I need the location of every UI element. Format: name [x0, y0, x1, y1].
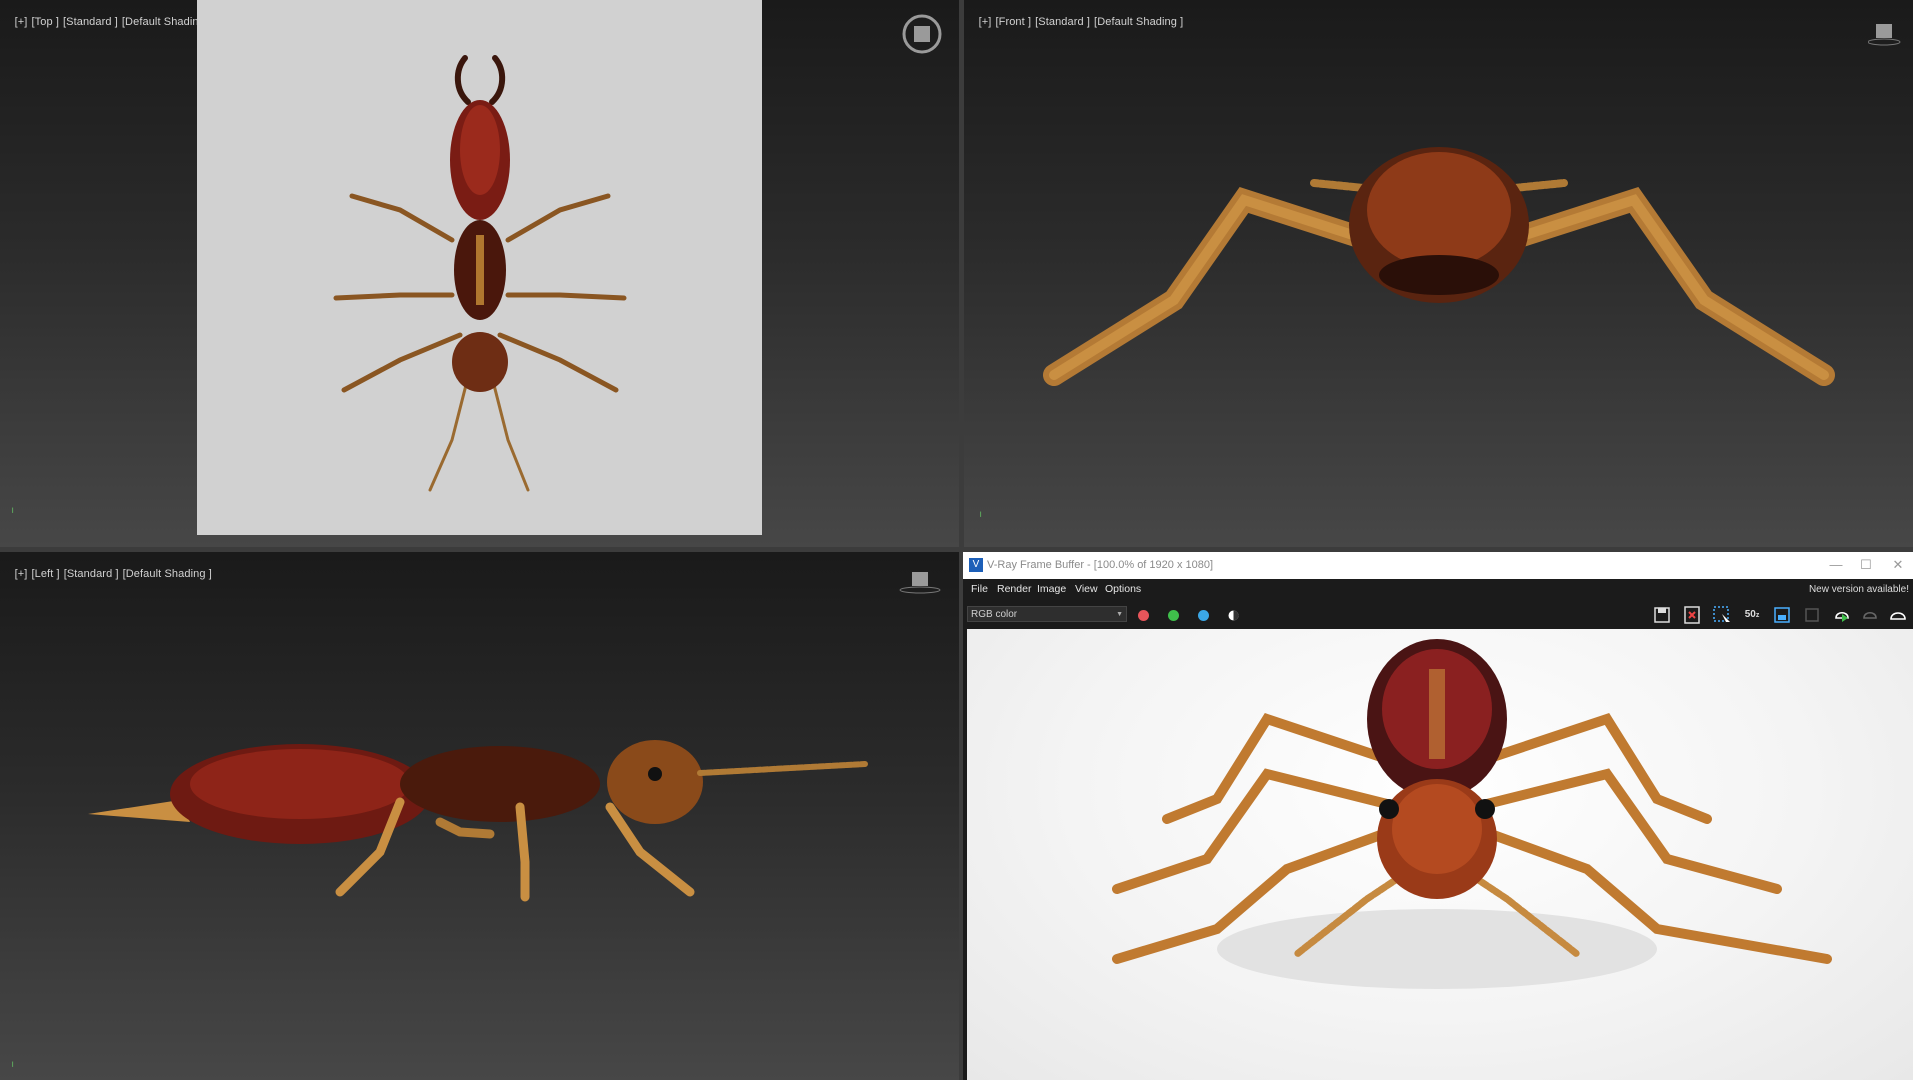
earwig-side-model	[88, 740, 868, 902]
close-button[interactable]: ✕	[1885, 555, 1911, 575]
viewcube-icon[interactable]	[898, 570, 942, 596]
vfb-titlebar[interactable]: V V-Ray Frame Buffer - [100.0% of 1920 x…	[963, 552, 1913, 579]
mono-mode-icon[interactable]	[1228, 610, 1239, 621]
menu-view[interactable]: View	[1075, 583, 1098, 595]
vray-frame-buffer-window[interactable]: V V-Ray Frame Buffer - [100.0% of 1920 x…	[963, 552, 1913, 1080]
menu-options[interactable]: Options	[1105, 583, 1141, 595]
viewport-top[interactable]: [+] [Top ] [Standard ] [Default Shading ] ╵	[0, 0, 959, 547]
menu-render[interactable]: Render	[997, 583, 1031, 595]
earwig-head	[452, 332, 508, 392]
axis-tripod-icon: ╵	[10, 1062, 16, 1072]
channel-select[interactable]: RGB color ▼	[967, 606, 1127, 622]
vfb-toolbar: RGB color ▼ 50z	[963, 599, 1913, 629]
blue-channel-toggle[interactable]	[1198, 610, 1209, 621]
menu-file[interactable]: File	[971, 583, 988, 595]
track-mouse-icon[interactable]	[1801, 604, 1823, 626]
rendered-earwig	[1112, 639, 1832, 989]
viewcube-icon[interactable]	[1868, 22, 1904, 48]
viewport-front[interactable]: [+] [Front ] [Standard ] [Default Shading ]…	[964, 0, 1913, 547]
axis-tripod-icon: ╵	[978, 512, 984, 522]
history-50-icon[interactable]: 50z	[1741, 604, 1763, 626]
left-view-scene	[88, 740, 868, 902]
stop-render-teapot-icon[interactable]	[1887, 604, 1909, 626]
viewport-left[interactable]: [+] [Left ] [Standard ] [Default Shading ] …	[0, 552, 959, 1080]
chevron-down-icon: ▼	[1116, 611, 1123, 618]
render-teapot-icon[interactable]	[1831, 604, 1853, 626]
region-render-icon[interactable]	[1711, 604, 1733, 626]
new-version-notice[interactable]: New version available!	[1809, 584, 1909, 595]
channel-select-value: RGB color	[971, 609, 1018, 620]
clear-image-icon[interactable]	[1681, 604, 1703, 626]
link-to-viewport-icon[interactable]	[1771, 604, 1793, 626]
save-icon[interactable]	[1651, 604, 1673, 626]
maximize-button[interactable]: ☐	[1853, 555, 1879, 575]
axis-tripod-icon: ╵	[10, 508, 16, 518]
menu-image[interactable]: Image	[1037, 583, 1066, 595]
rendered-image[interactable]	[967, 629, 1913, 1080]
render-interactive-icon[interactable]	[1859, 604, 1881, 626]
minimize-button[interactable]: —	[1823, 555, 1849, 575]
history-50-label: 50	[1744, 609, 1756, 620]
vfb-menubar: File Render Image View Options New versi…	[963, 579, 1913, 599]
green-channel-toggle[interactable]	[1168, 610, 1179, 621]
vfb-title: V-Ray Frame Buffer - [100.0% of 1920 x 1…	[987, 559, 1214, 571]
vray-logo-icon: V	[969, 558, 983, 572]
top-view-scene	[197, 0, 762, 535]
front-view-scene	[1043, 147, 1835, 386]
viewcube-icon[interactable]	[900, 14, 944, 58]
red-channel-toggle[interactable]	[1138, 610, 1149, 621]
